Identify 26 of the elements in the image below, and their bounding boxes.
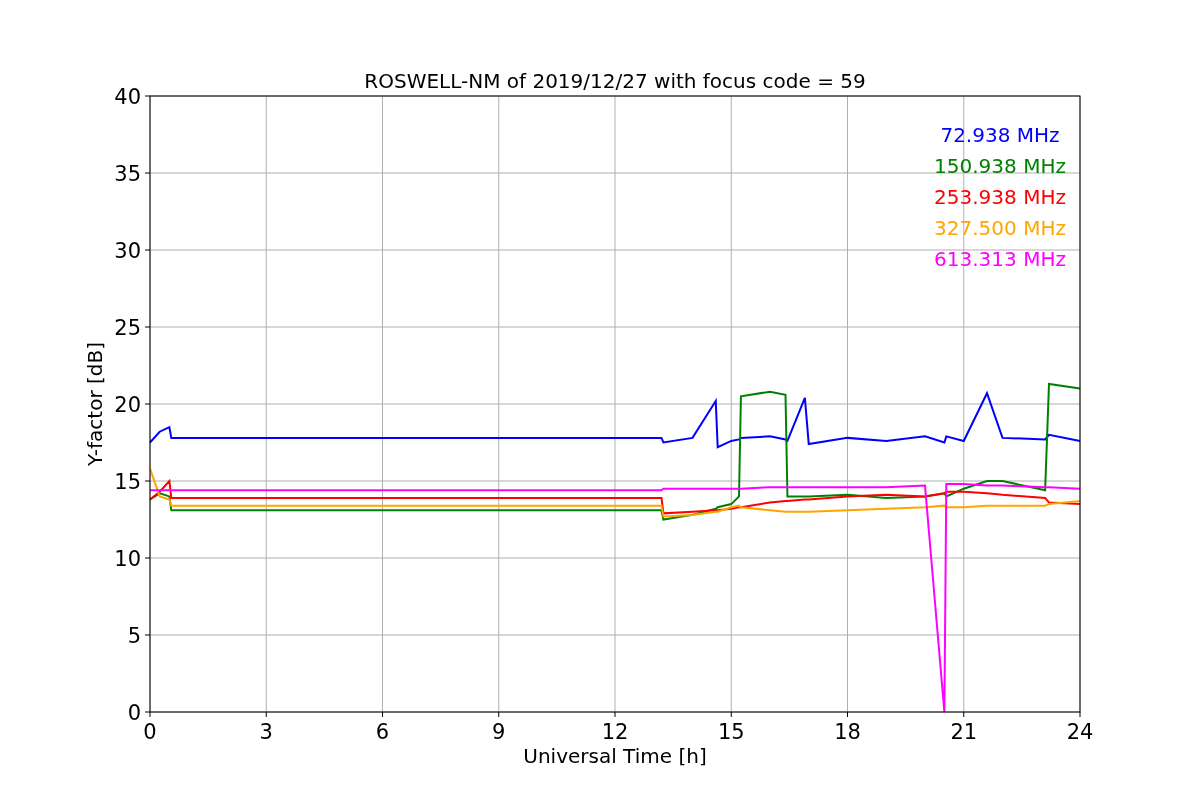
x-tick-label: 15 [717, 720, 745, 744]
x-tick-label: 6 [375, 720, 390, 744]
y-tick-label: 10 [114, 547, 141, 571]
legend-label: 150.938 MHz [934, 154, 1066, 178]
y-tick-label: 0 [127, 701, 141, 725]
y-tick-label: 5 [127, 624, 141, 648]
y-tick-label: 40 [114, 85, 141, 109]
x-tick-label: 9 [492, 720, 506, 744]
legend-label: 327.500 MHz [934, 216, 1066, 240]
x-tick-label: 12 [601, 720, 629, 744]
y-tick-label: 25 [114, 316, 141, 340]
x-tick-label: 3 [259, 720, 273, 744]
legend-label: 72.938 MHz [940, 123, 1060, 147]
y-tick-label: 30 [114, 239, 141, 263]
x-tick-label: 24 [1066, 720, 1094, 744]
x-axis-label: Universal Time [h] [523, 744, 707, 768]
legend-label: 613.313 MHz [934, 247, 1066, 271]
y-axis-label: Y-factor [dB] [83, 342, 107, 466]
chart-title: ROSWELL-NM of 2019/12/27 with focus code = 59 [364, 69, 866, 93]
y-tick-label: 35 [114, 162, 141, 186]
y-tick-label: 15 [114, 470, 141, 494]
x-tick-label: 18 [834, 720, 861, 744]
x-tick-label: 21 [950, 720, 978, 744]
y-tick-label: 20 [114, 393, 141, 417]
legend-label: 253.938 MHz [934, 185, 1066, 209]
x-tick-label: 0 [143, 720, 157, 744]
